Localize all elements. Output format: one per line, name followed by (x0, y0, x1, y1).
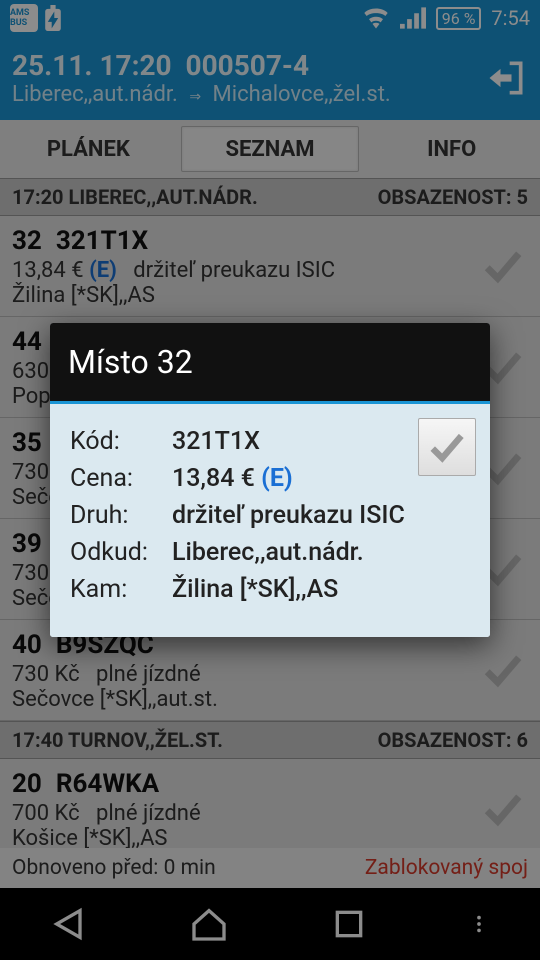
label-odkud: Odkud: (70, 535, 170, 570)
value-kam: Žilina [*SK],,AS (172, 572, 413, 607)
label-druh: Druh: (70, 498, 170, 533)
value-cena: 13,84 € (172, 464, 255, 493)
label-kod: Kód: (70, 424, 170, 459)
confirm-button[interactable] (418, 418, 476, 476)
value-druh: držiteľ preukazu ISIC (172, 498, 413, 533)
dialog-title: Místo 32 (50, 323, 490, 404)
label-cena: Cena: (70, 461, 170, 496)
seat-detail-dialog: Místo 32 Kód:321T1X Cena:13,84 € (E) Dru… (50, 323, 490, 637)
value-kod: 321T1X (172, 424, 413, 459)
value-cena-tag: (E) (261, 464, 293, 493)
modal-overlay[interactable]: Místo 32 Kód:321T1X Cena:13,84 € (E) Dru… (0, 0, 540, 960)
value-odkud: Liberec,,aut.nádr. (172, 535, 413, 570)
label-kam: Kam: (70, 572, 170, 607)
